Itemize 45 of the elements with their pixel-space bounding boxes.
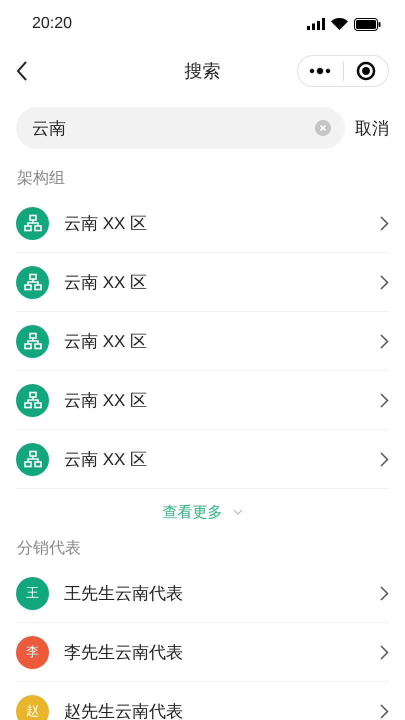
org-chart-icon [16, 384, 49, 416]
list-item[interactable]: 云南 XX 区 [16, 312, 389, 371]
chevron-right-icon [380, 644, 389, 660]
page-title: 搜索 [184, 60, 220, 83]
search-field[interactable]: 云南 [16, 107, 345, 149]
item-label: 云南 XX 区 [64, 272, 148, 294]
more-icon[interactable] [309, 67, 332, 75]
list-item[interactable]: 云南 XX 区 [16, 194, 389, 253]
item-label: 李先生云南代表 [64, 642, 184, 664]
avatar: 李 [16, 636, 49, 668]
list-item[interactable]: 王 王先生云南代表 [16, 564, 389, 623]
org-chart-icon [16, 206, 49, 240]
chevron-right-icon [380, 274, 389, 290]
list-item[interactable]: 云南 XX 区 [16, 253, 389, 312]
cancel-button[interactable]: 取消 [355, 116, 389, 140]
avatar: 王 [16, 576, 49, 610]
signal-icon [307, 18, 325, 30]
item-label: 云南 XX 区 [64, 330, 148, 352]
item-label: 云南 XX 区 [64, 212, 148, 234]
list-item[interactable]: 云南 XX 区 [16, 430, 389, 488]
section-header: 分销代表 [16, 538, 82, 559]
org-chart-icon [16, 324, 49, 358]
list-item[interactable]: 赵 赵先生云南代表 [16, 682, 389, 720]
close-mini-program-icon[interactable] [356, 61, 376, 81]
chevron-right-icon [380, 216, 389, 230]
item-label: 王先生云南代表 [64, 582, 184, 604]
list-item[interactable]: 李 李先生云南代表 [16, 623, 389, 682]
chevron-right-icon [380, 392, 389, 408]
wifi-icon [331, 18, 348, 30]
back-icon[interactable] [16, 61, 28, 81]
status-time: 20:20 [32, 15, 72, 33]
chevron-right-icon [380, 334, 389, 348]
item-label: 云南 XX 区 [64, 390, 148, 412]
item-label: 云南 XX 区 [64, 448, 148, 470]
org-chart-icon [16, 266, 49, 298]
org-chart-icon [16, 442, 49, 476]
chevron-down-icon [232, 509, 242, 515]
chevron-right-icon [380, 704, 389, 718]
list-item[interactable]: 云南 XX 区 [16, 371, 389, 430]
battery-icon [354, 18, 381, 30]
section-header: 架构组 [16, 168, 66, 189]
item-label: 赵先生云南代表 [64, 700, 184, 720]
chevron-right-icon [380, 586, 389, 600]
avatar: 赵 [16, 694, 49, 720]
chevron-right-icon [380, 452, 389, 466]
